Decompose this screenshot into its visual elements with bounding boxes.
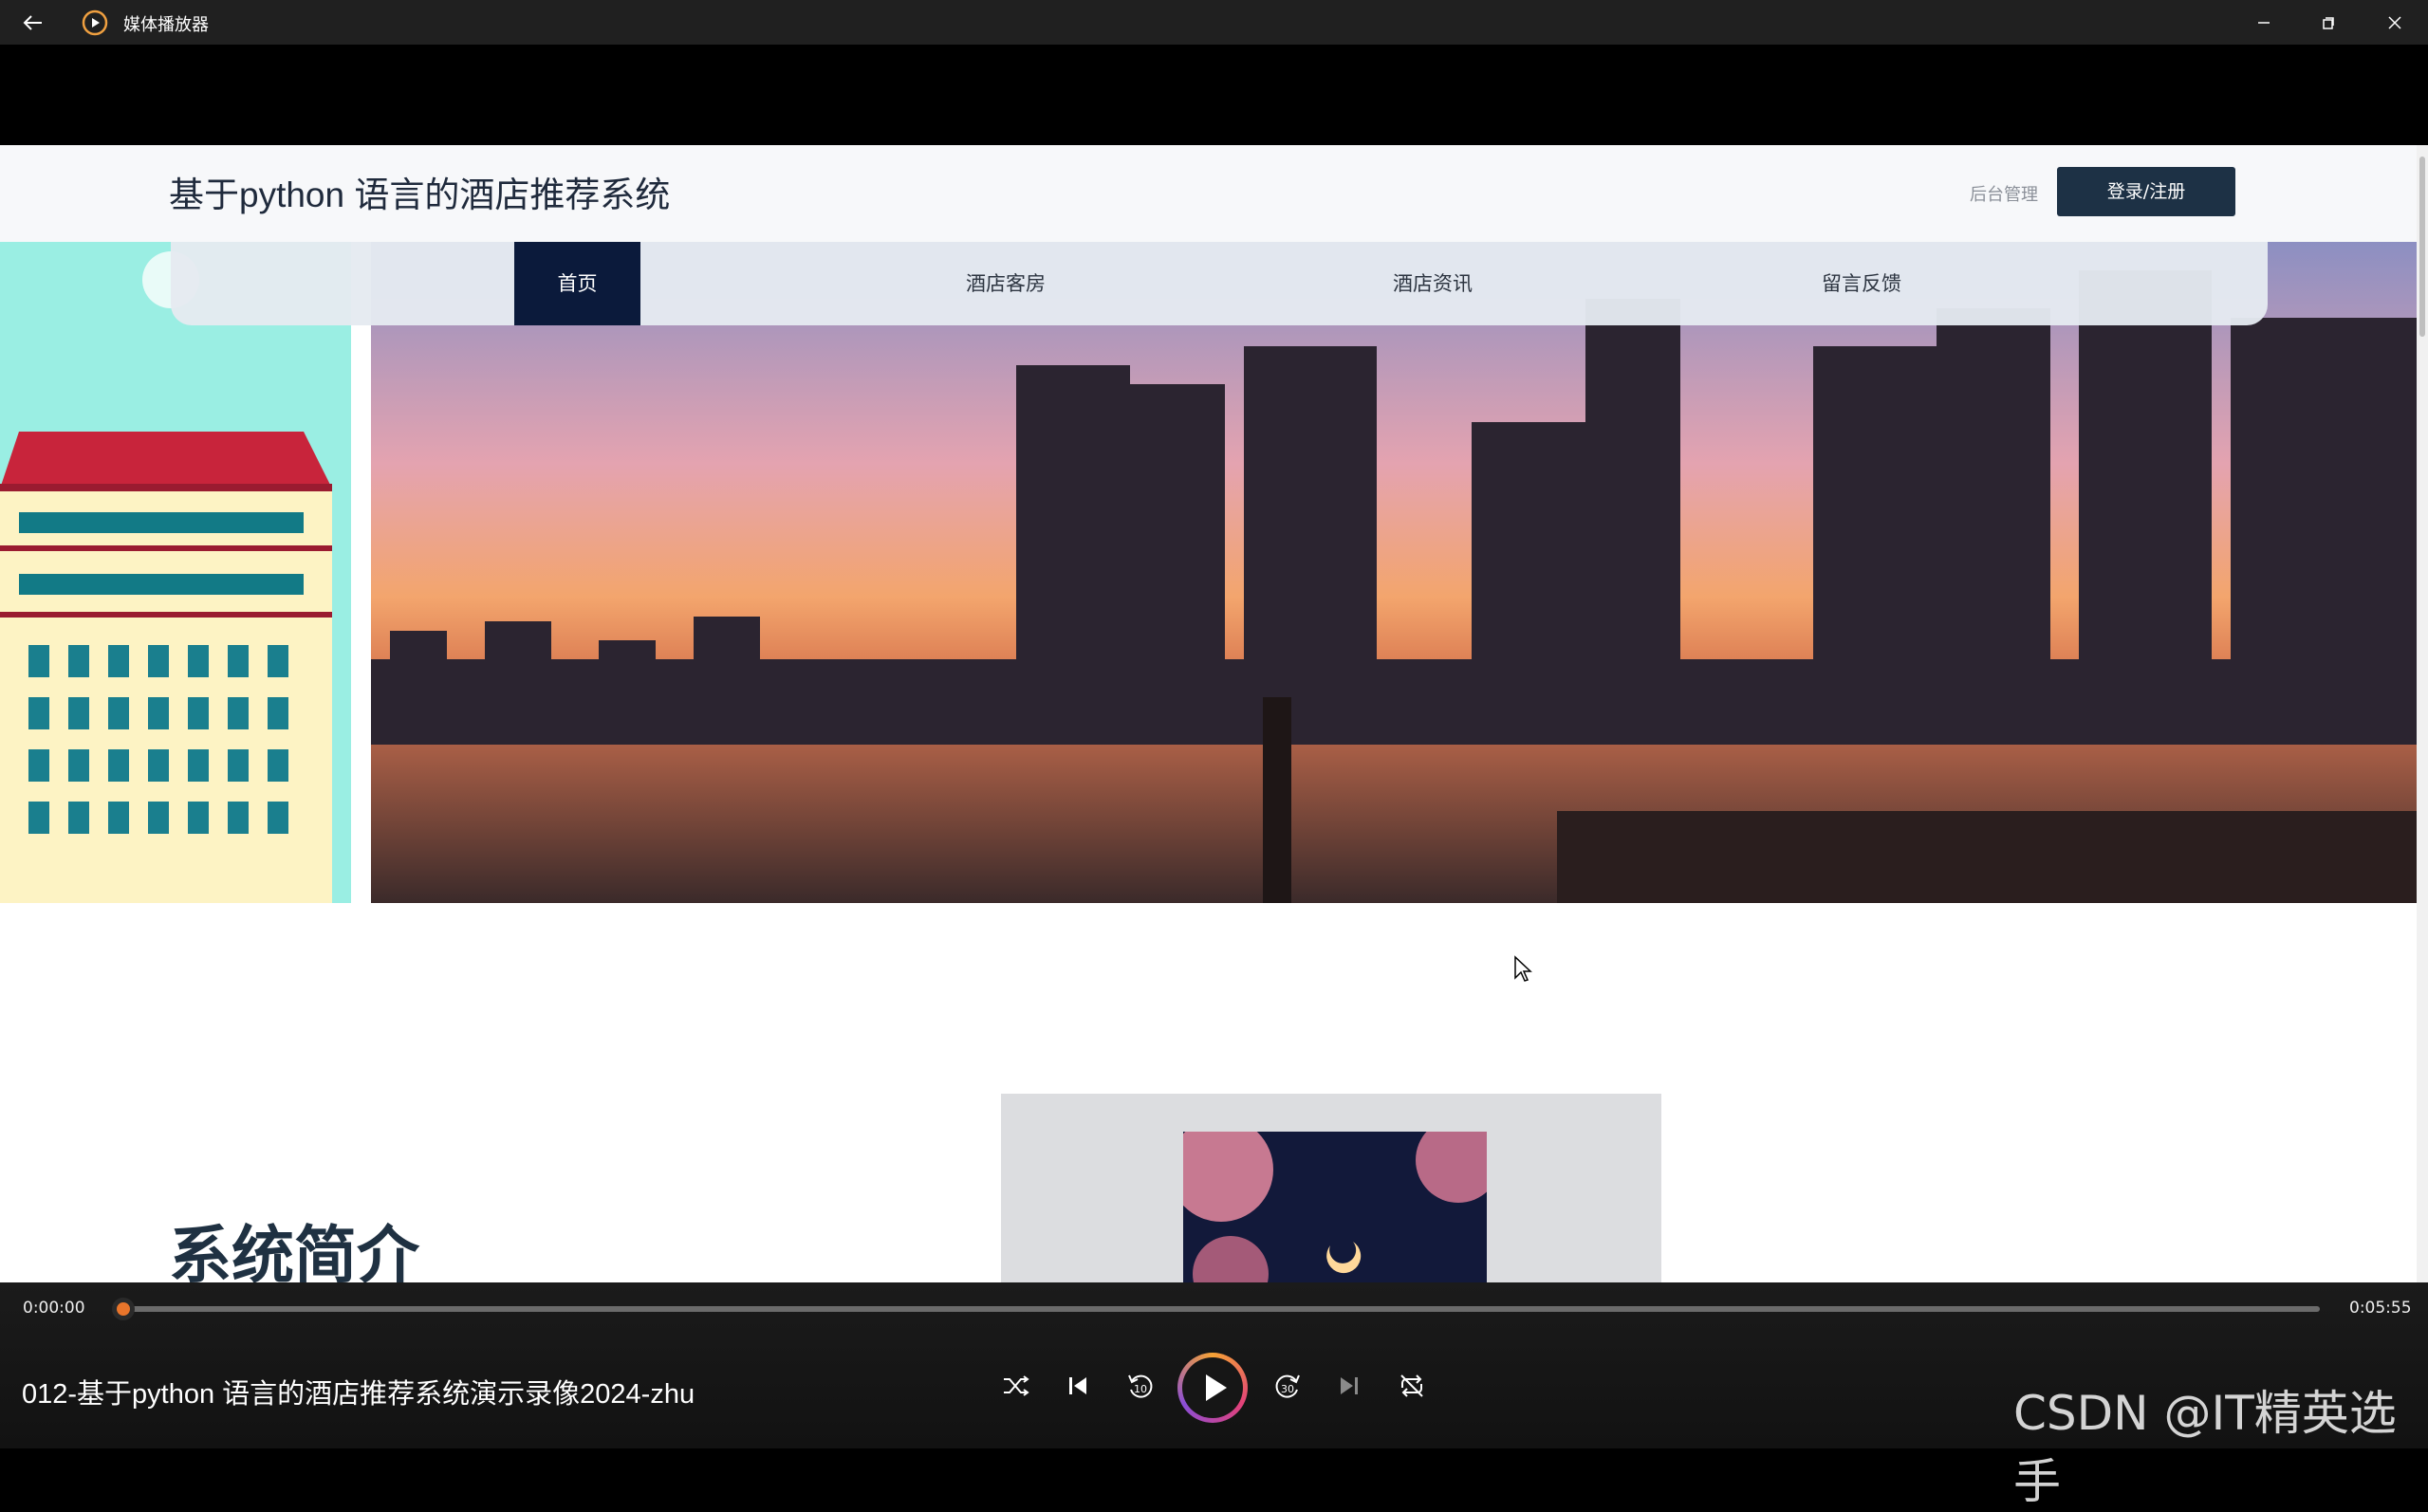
next-track-icon[interactable] xyxy=(1330,1367,1368,1405)
admin-link[interactable]: 后台管理 xyxy=(1970,181,2038,206)
app-title: 媒体播放器 xyxy=(123,15,209,35)
close-icon[interactable] xyxy=(2380,8,2410,38)
nav-hotel-news[interactable]: 酒店资讯 xyxy=(1357,242,1509,325)
main-nav: 首页 酒店客房 酒店资讯 留言反馈 xyxy=(171,242,2268,325)
login-register-button[interactable]: 登录/注册 xyxy=(2057,167,2235,216)
svg-text:10: 10 xyxy=(1134,1383,1147,1395)
mouse-cursor-icon xyxy=(1514,955,1532,982)
recorded-webpage: 基于python 语言的酒店推荐系统 后台管理 登录/注册 首页 酒店客房 酒店… xyxy=(0,145,2428,1282)
city-skyline-photo xyxy=(371,242,2417,903)
seek-bar[interactable] xyxy=(123,1306,2320,1312)
nav-home[interactable]: 首页 xyxy=(514,242,640,325)
window-title-bar: 媒体播放器 xyxy=(0,0,2428,45)
hotel-building-illustration xyxy=(0,242,351,903)
media-player-icon xyxy=(82,9,108,36)
restore-icon[interactable] xyxy=(2313,8,2344,38)
shuffle-icon[interactable] xyxy=(996,1367,1034,1405)
hero-banner xyxy=(0,242,2417,903)
repeat-off-icon[interactable] xyxy=(1393,1367,1431,1405)
page-scrollbar[interactable] xyxy=(2417,145,2428,1282)
rewind-10-icon[interactable]: 10 xyxy=(1121,1367,1159,1405)
nav-hotel-rooms[interactable]: 酒店客房 xyxy=(930,242,1082,325)
csdn-watermark: CSDN @IT精英选手 xyxy=(2013,1386,2397,1509)
total-time: 0:05:55 xyxy=(2349,1299,2412,1318)
player-controls: 0:00:00 0:05:55 012-基于python 语言的酒店推荐系统演示… xyxy=(0,1282,2428,1509)
seek-thumb[interactable] xyxy=(112,1298,135,1320)
previous-track-icon[interactable] xyxy=(1059,1367,1097,1405)
forward-30-icon[interactable]: 30 xyxy=(1269,1367,1307,1405)
back-arrow-icon[interactable] xyxy=(19,9,47,37)
current-time: 0:00:00 xyxy=(23,1299,85,1318)
play-button[interactable] xyxy=(1177,1353,1248,1423)
intro-title: 系统简介 xyxy=(169,1219,419,1282)
play-icon xyxy=(1206,1374,1227,1401)
svg-text:30: 30 xyxy=(1281,1383,1294,1395)
minimize-icon[interactable] xyxy=(2249,8,2279,38)
site-title: 基于python 语言的酒店推荐系统 xyxy=(169,175,671,214)
video-title: 012-基于python 语言的酒店推荐系统演示录像2024-zhu xyxy=(22,1379,695,1410)
video-frame[interactable]: 基于python 语言的酒店推荐系统 后台管理 登录/注册 首页 酒店客房 酒店… xyxy=(0,45,2428,1282)
night-sky-artwork xyxy=(1183,1132,1487,1282)
nav-feedback[interactable]: 留言反馈 xyxy=(1786,242,1937,325)
site-header: 基于python 语言的酒店推荐系统 后台管理 登录/注册 xyxy=(0,145,2428,242)
